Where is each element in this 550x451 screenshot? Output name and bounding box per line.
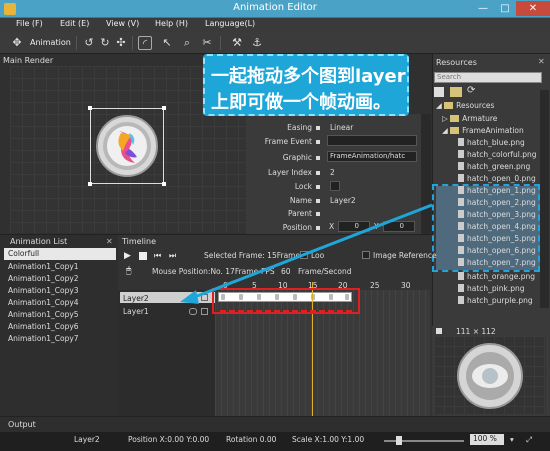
status-layer: Layer2: [74, 435, 100, 444]
zoom-slider-knob[interactable]: [396, 436, 402, 445]
status-position: Position X:0.00 Y:0.00: [128, 435, 210, 444]
status-rotation: Rotation 0.00: [226, 435, 277, 444]
output-panel: [0, 416, 550, 432]
zoom-dropdown-icon[interactable]: ▾: [510, 435, 514, 444]
zoom-input[interactable]: 100 %: [470, 434, 504, 445]
output-title: Output: [8, 420, 36, 429]
drag-arrow-overlay: [180, 203, 433, 304]
status-scale: Scale X:1.00 Y:1.00: [292, 435, 365, 444]
fit-view-icon[interactable]: ⤢: [526, 435, 532, 445]
drag-arrow-line: [191, 203, 433, 300]
drag-arrow-head: [180, 290, 199, 304]
